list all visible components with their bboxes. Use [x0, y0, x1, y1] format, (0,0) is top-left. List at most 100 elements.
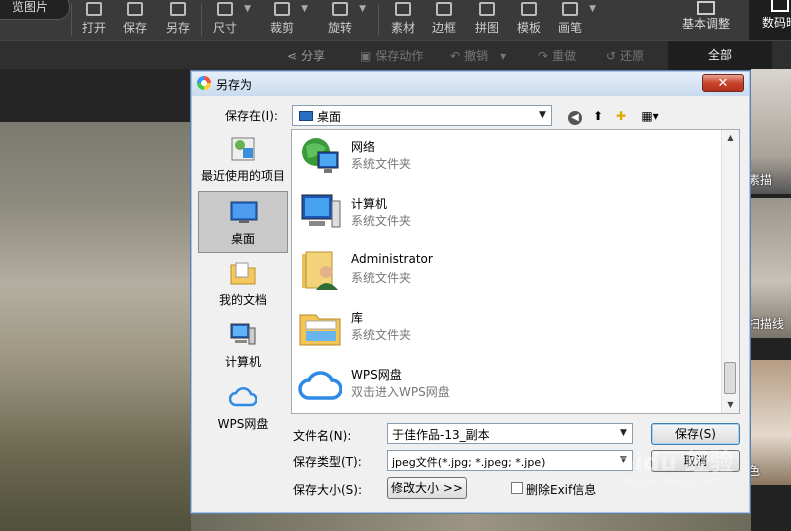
open-button[interactable]: 打开: [72, 0, 116, 40]
border-icon: [436, 2, 452, 16]
scroll-down-icon[interactable]: ▼: [722, 397, 739, 413]
list-item-wps-cloud[interactable]: WPS网盘 双击进入WPS网盘: [298, 358, 698, 412]
user-folder-icon: [298, 248, 342, 292]
place-desktop[interactable]: 桌面: [198, 191, 288, 253]
undo-icon: ↶: [450, 49, 461, 63]
restore-button[interactable]: ↺ 还原: [606, 47, 644, 64]
places-bar: 最近使用的项目 桌面 我的文档 计算机 WPS网盘: [198, 129, 288, 431]
save-toolbar-button[interactable]: 保存: [113, 0, 157, 40]
file-list[interactable]: 网络 系统文件夹 计算机 系统文件夹 Administrator 系统文件夹 库…: [291, 129, 740, 414]
close-button[interactable]: ✕: [702, 74, 744, 92]
size-label: 保存大小(S):: [293, 483, 363, 497]
rotate-icon: [332, 2, 348, 16]
brush-button[interactable]: 画笔 ▼: [548, 0, 596, 40]
redo-icon: ↷: [538, 49, 549, 63]
darkroom-icon: [771, 0, 789, 12]
materials-button[interactable]: 素材: [381, 0, 425, 40]
list-item-network[interactable]: 网络 系统文件夹: [298, 130, 698, 184]
brush-icon: [562, 2, 578, 16]
share-icon: ⋖: [287, 49, 298, 63]
collage-button[interactable]: 拼图: [465, 0, 509, 40]
save-action-icon: ▣: [360, 49, 372, 63]
share-button[interactable]: ⋖ 分享: [287, 47, 325, 64]
scroll-up-icon[interactable]: ▲: [722, 130, 739, 146]
chevron-down-icon[interactable]: ▾: [500, 49, 506, 63]
chevron-down-icon[interactable]: ▼: [244, 4, 251, 14]
chevron-down-icon[interactable]: ▼: [589, 4, 596, 14]
computer-icon: [298, 191, 342, 235]
save-as-toolbar-button[interactable]: 另存: [156, 0, 200, 40]
wps-cloud-icon: [228, 384, 258, 410]
undo-button[interactable]: ↶ 撤销 ▾: [450, 47, 506, 64]
list-item-computer[interactable]: 计算机 系统文件夹: [298, 187, 698, 241]
dialog-title: 另存为: [216, 78, 253, 92]
crop-icon: [274, 2, 290, 16]
open-icon: [86, 2, 102, 16]
save-in-label: 保存在(I):: [225, 109, 278, 123]
library-icon: [298, 305, 342, 349]
computer-icon: [229, 322, 257, 348]
filename-label: 文件名(N):: [293, 429, 352, 443]
chevron-down-icon[interactable]: ▼: [359, 4, 366, 14]
file-list-scrollbar[interactable]: ▲ ▼: [721, 130, 739, 413]
size-button[interactable]: 尺寸 ▼: [203, 0, 251, 40]
watermark-url: jingyan.baidu.com: [620, 474, 722, 487]
filetype-dropdown[interactable]: jpeg文件(*.jpg; *.jpeg; *.jpe) ▼: [387, 450, 633, 471]
filename-field[interactable]: 于佳作品-13_副本 ▼: [387, 423, 633, 444]
template-icon: [521, 2, 537, 16]
effect-thumb-color[interactable]: 色: [751, 360, 791, 485]
main-toolbar: 览图片 打开 保存 另存 尺寸 ▼ 裁剪 ▼ 旋转 ▼ 素材 边框 拼图 模板 画笔 ▼…: [0, 0, 791, 40]
redo-button[interactable]: ↷ 重做: [538, 47, 576, 64]
save-in-dropdown[interactable]: 桌面 ▼: [292, 105, 552, 126]
scroll-thumb[interactable]: [724, 362, 736, 394]
app-logo-icon: [197, 76, 211, 90]
canvas-background: [0, 69, 191, 122]
chevron-down-icon[interactable]: ▼: [615, 424, 632, 443]
crop-button[interactable]: 裁剪 ▼: [260, 0, 308, 40]
delete-exif-label: 删除Exif信息: [526, 483, 597, 497]
chevron-down-icon[interactable]: ▼: [534, 106, 551, 125]
back-icon[interactable]: ◀: [566, 108, 584, 125]
chevron-down-icon[interactable]: ▼: [301, 4, 308, 14]
effect-thumb-sketch[interactable]: 素描: [751, 69, 791, 194]
list-item-library[interactable]: 库 系统文件夹: [298, 301, 698, 355]
all-filters-tab[interactable]: 全部: [668, 41, 772, 70]
photo-canvas: [0, 122, 200, 531]
effect-thumb-scanline[interactable]: 扫描线: [751, 198, 791, 338]
collage-icon: [479, 2, 495, 16]
place-my-documents[interactable]: 我的文档: [198, 253, 288, 315]
toolbar-separator: [378, 4, 379, 36]
save-icon: [127, 2, 143, 16]
materials-icon: [395, 2, 411, 16]
adjust-icon: [697, 1, 715, 15]
basic-adjust-tab[interactable]: 基本调整: [668, 0, 744, 40]
border-button[interactable]: 边框: [422, 0, 466, 40]
new-folder-icon[interactable]: ✚: [612, 108, 630, 124]
save-as-icon: [170, 2, 186, 16]
toolbar-separator: [201, 4, 202, 36]
browse-images-button[interactable]: 览图片: [0, 0, 70, 20]
wps-cloud-icon: [298, 362, 343, 406]
photo-canvas-bottom: [191, 514, 751, 531]
view-menu-icon[interactable]: ▦▾: [637, 108, 663, 124]
desktop-icon: [299, 111, 313, 121]
place-wps-cloud[interactable]: WPS网盘: [198, 377, 288, 439]
resize-button[interactable]: 修改大小 >>: [387, 477, 467, 499]
delete-exif-checkbox[interactable]: [511, 482, 523, 494]
digital-darkroom-tab[interactable]: 数码暗房: [749, 0, 791, 40]
rotate-button[interactable]: 旋转 ▼: [318, 0, 366, 40]
my-documents-icon: [229, 260, 257, 286]
desktop-icon: [230, 199, 258, 225]
place-computer[interactable]: 计算机: [198, 315, 288, 377]
restore-icon: ↺: [606, 49, 617, 63]
dialog-titlebar[interactable]: 另存为 ✕: [192, 72, 749, 96]
list-item-administrator[interactable]: Administrator 系统文件夹: [298, 244, 698, 298]
network-icon: [298, 134, 342, 178]
place-recent-items[interactable]: 最近使用的项目: [198, 129, 288, 191]
template-button[interactable]: 模板: [507, 0, 551, 40]
up-folder-icon[interactable]: ⬆: [589, 108, 607, 124]
save-action-button[interactable]: ▣ 保存动作: [360, 47, 423, 64]
filetype-label: 保存类型(T):: [293, 455, 362, 469]
secondary-toolbar: ⋖ 分享 ▣ 保存动作 ↶ 撤销 ▾ ↷ 重做 ↺ 还原 全部: [0, 40, 791, 70]
size-icon: [217, 2, 233, 16]
